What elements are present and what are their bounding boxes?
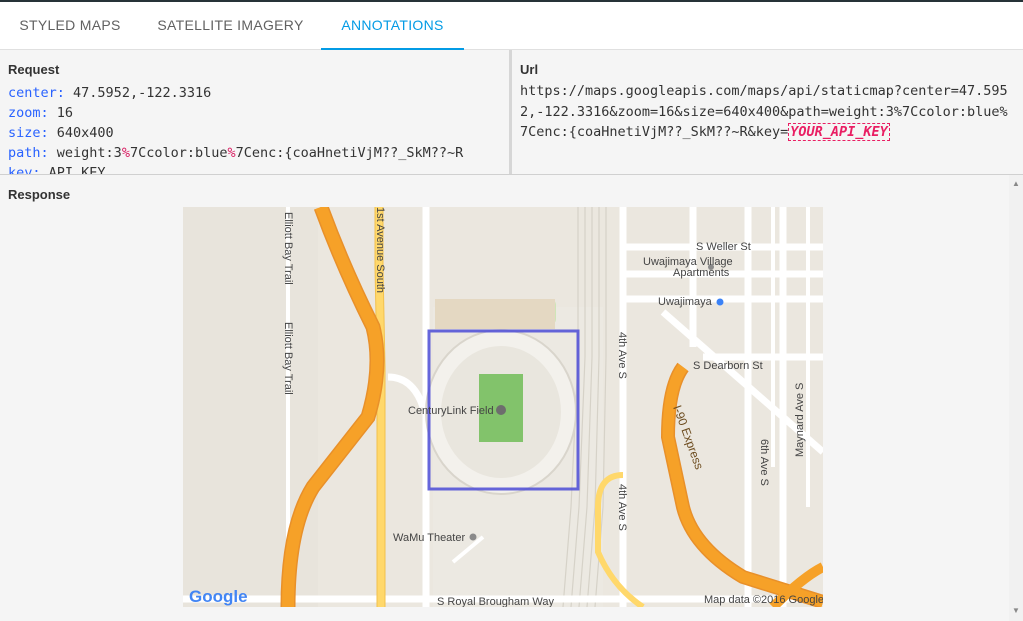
param-path: path: weight:3%7Ccolor:blue%7Cenc:{coaHn… bbox=[8, 143, 498, 163]
url-text[interactable]: https://maps.googleapis.com/maps/api/sta… bbox=[520, 81, 1015, 143]
label-elliott-bay-trail: Elliott Bay Trail bbox=[282, 212, 294, 285]
label-weller: S Weller St bbox=[696, 241, 751, 253]
scroll-down-icon[interactable]: ▼ bbox=[1012, 606, 1020, 615]
url-string: https://maps.googleapis.com/maps/api/sta… bbox=[520, 83, 1008, 140]
response-scrollbar[interactable]: ▲ ▼ bbox=[1009, 175, 1023, 621]
api-key-placeholder: YOUR_API_KEY bbox=[788, 123, 890, 141]
param-percent: % bbox=[227, 145, 236, 161]
tab-annotations[interactable]: ANNOTATIONS bbox=[321, 2, 464, 50]
param-key: zoom: bbox=[8, 105, 49, 121]
param-value: 16 bbox=[56, 105, 74, 121]
param-value: 47.5952,-122.3316 bbox=[73, 85, 212, 101]
request-title: Request bbox=[8, 62, 60, 77]
param-zoom: zoom: 16 bbox=[8, 103, 498, 123]
label-uwajimaya: Uwajimaya bbox=[658, 296, 713, 308]
label-dearborn: S Dearborn St bbox=[693, 360, 763, 372]
tab-bar: STYLED MAPS SATELLITE IMAGERY ANNOTATION… bbox=[0, 2, 1023, 50]
param-center: center: 47.5952,-122.3316 bbox=[8, 83, 498, 103]
tab-satellite-imagery[interactable]: SATELLITE IMAGERY bbox=[140, 2, 321, 50]
request-params[interactable]: center: 47.5952,-122.3316 zoom: 16 size:… bbox=[8, 83, 498, 175]
label-apartments: Apartments bbox=[673, 267, 730, 279]
response-pane: Response Elliott Bay Trail Elliott Bay T… bbox=[0, 175, 1023, 621]
label-wamu-theater: WaMu Theater bbox=[393, 532, 465, 544]
param-key: path: bbox=[8, 145, 49, 161]
param-key: center: bbox=[8, 85, 65, 101]
param-percent: % bbox=[121, 145, 130, 161]
label-centurylink-field: CenturyLink Field bbox=[408, 405, 494, 417]
param-key: size: bbox=[8, 125, 49, 141]
tab-styled-maps[interactable]: STYLED MAPS bbox=[0, 2, 140, 50]
param-value: 7Cenc:{coaHnetiVjM??_SkM??~R bbox=[235, 145, 464, 161]
label-4th-ave-2: 4th Ave S bbox=[616, 484, 628, 531]
url-title: Url bbox=[520, 62, 539, 77]
label-4th-ave: 4th Ave S bbox=[616, 332, 628, 379]
static-map-image: Elliott Bay Trail Elliott Bay Trail 1st … bbox=[183, 207, 823, 607]
param-size: size: 640x400 bbox=[8, 123, 498, 143]
tab-annotations-label: ANNOTATIONS bbox=[341, 17, 444, 33]
label-elliott-bay-trail-2: Elliott Bay Trail bbox=[282, 322, 294, 395]
map-attribution: Map data ©2016 Google bbox=[704, 594, 823, 606]
scroll-up-icon[interactable]: ▲ bbox=[1012, 179, 1020, 188]
param-value: weight:3 bbox=[56, 145, 122, 161]
label-1st-ave: 1st Avenue South bbox=[374, 207, 386, 293]
theater-icon bbox=[469, 533, 477, 541]
param-value: 7Ccolor:blue bbox=[129, 145, 228, 161]
request-pane: Request center: 47.5952,-122.3316 zoom: … bbox=[0, 50, 509, 175]
stadium-icon bbox=[496, 405, 506, 415]
label-maynard: Maynard Ave S bbox=[794, 383, 806, 457]
label-royal-brougham: S Royal Brougham Way bbox=[437, 596, 554, 607]
url-pane: Url https://maps.googleapis.com/maps/api… bbox=[512, 50, 1023, 175]
param-value: 640x400 bbox=[56, 125, 114, 141]
google-logo: Google bbox=[189, 587, 248, 606]
label-6th-ave: 6th Ave S bbox=[758, 439, 770, 486]
map-plaza bbox=[435, 299, 555, 329]
response-title: Response bbox=[8, 187, 71, 202]
shopping-icon bbox=[716, 298, 724, 306]
